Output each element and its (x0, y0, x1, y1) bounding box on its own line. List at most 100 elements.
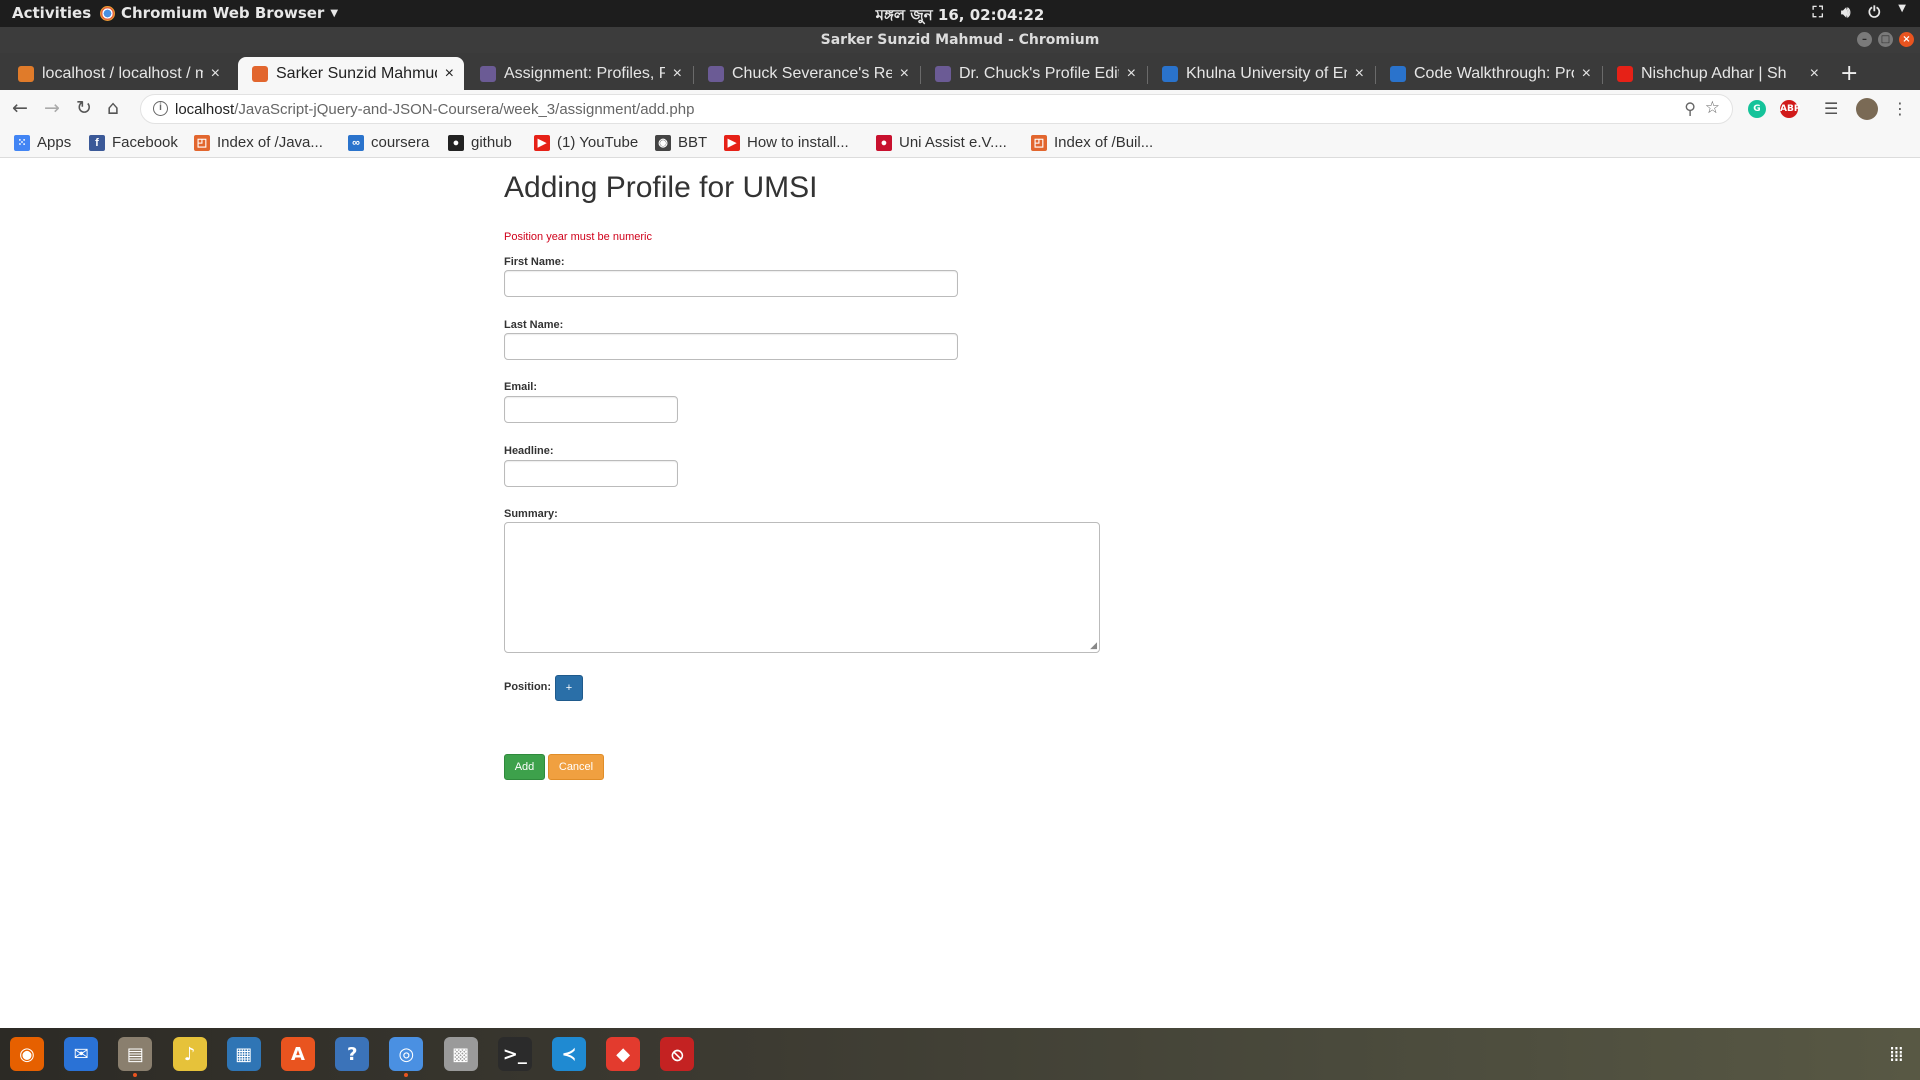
bookmark-item[interactable]: ∞ coursera (348, 134, 429, 151)
chevron-down-icon[interactable]: ▼ (1898, 3, 1906, 21)
close-tab-icon[interactable]: × (1355, 65, 1364, 83)
youtube-icon (1617, 65, 1633, 82)
tab-2[interactable]: Sarker Sunzid Mahmud × (238, 57, 464, 90)
volume-icon[interactable]: 🔊︎ (1841, 3, 1850, 21)
launcher-icon[interactable]: ▩ (443, 1037, 478, 1071)
tab-8[interactable]: Nishchup Adhar | Sh × (1603, 57, 1829, 90)
more-menu-icon[interactable]: ⋮ (1892, 99, 1908, 118)
error-message: Position year must be numeric (504, 231, 652, 243)
coursera-icon: ∞ (348, 134, 364, 151)
tab-label: Code Walkthrough: Pro (1414, 64, 1574, 82)
rhythmbox-icon[interactable]: ♪ (172, 1037, 207, 1071)
tab-7[interactable]: Code Walkthrough: Pro × (1376, 57, 1601, 90)
address-bar[interactable]: i localhost/JavaScript-jQuery-and-JSON-C… (140, 94, 1733, 124)
minimize-icon[interactable]: – (1857, 32, 1872, 47)
system-tray[interactable]: ⛶ 🔊︎ ⏻ ▼ (1812, 3, 1906, 21)
close-tab-icon[interactable]: × (1810, 65, 1819, 83)
window-title-bar: Sarker Sunzid Mahmud - Chromium – □ × (0, 27, 1920, 53)
headline-field[interactable] (504, 460, 678, 487)
url-host: localhost (175, 101, 235, 118)
tab-4[interactable]: Chuck Severance's Resu × (694, 57, 919, 90)
tab-1[interactable]: localhost / localhost / m × (4, 57, 230, 90)
zoom-icon[interactable]: ⚲ (1684, 99, 1696, 119)
last-name-field[interactable] (504, 333, 958, 360)
network-icon[interactable]: ⛶ (1812, 3, 1823, 21)
files-icon[interactable]: ▤ (118, 1037, 153, 1077)
add-position-button[interactable]: + (555, 675, 583, 701)
first-name-field[interactable] (504, 270, 958, 297)
chromium-icon[interactable]: ◎ (389, 1037, 424, 1077)
new-tab-button[interactable]: + (1840, 61, 1858, 86)
tab-3[interactable]: Assignment: Profiles, Po × (466, 57, 692, 90)
bookmark-item[interactable]: ▶ How to install... (724, 134, 849, 151)
close-tab-icon[interactable]: × (445, 65, 454, 83)
bookmark-item[interactable]: ◉ BBT (655, 134, 707, 151)
position-label: Position: (504, 681, 552, 693)
back-icon[interactable]: ← (12, 97, 28, 119)
coursera-icon (1162, 65, 1178, 82)
bookmark-label: coursera (371, 134, 430, 151)
home-icon[interactable]: ⌂ (107, 97, 119, 119)
close-tab-icon[interactable]: × (673, 65, 682, 83)
help-icon[interactable]: ? (335, 1037, 370, 1071)
maximize-icon[interactable]: □ (1878, 32, 1893, 47)
thunderbird-icon[interactable]: ✉ (64, 1037, 99, 1071)
phpmyadmin-icon (18, 65, 34, 82)
close-tab-icon[interactable]: × (900, 65, 909, 83)
software-center-icon[interactable]: A (281, 1037, 315, 1071)
tab-label: Dr. Chuck's Profile Edit (959, 64, 1119, 82)
youtube-icon: ▶ (724, 134, 740, 151)
power-icon[interactable]: ⏻ (1868, 3, 1880, 21)
summary-textarea[interactable]: ◢ (504, 522, 1100, 653)
taskbar-dock: ◉ ✉ ▤ ♪ ▦ A? ◎ ▩ >_ ≺ ◆ ⦸ ⁞⁞⁞ (0, 1028, 1920, 1080)
site-info-icon[interactable]: i (153, 101, 168, 116)
bookmark-label: Index of /Java... (217, 134, 323, 151)
firefox-icon[interactable]: ◉ (10, 1037, 44, 1071)
terminal-icon[interactable]: >_ (497, 1037, 532, 1071)
chevron-down-icon: ▼ (330, 7, 339, 19)
bookmark-star-icon[interactable]: ☆ (1705, 98, 1720, 118)
bookmark-label: Facebook (112, 134, 178, 151)
close-tab-icon[interactable]: × (211, 65, 220, 83)
bookmark-label: Index of /Buil... (1054, 134, 1154, 151)
forward-icon[interactable]: → (44, 97, 60, 119)
bookmark-item[interactable]: ● github (448, 134, 512, 151)
bookmark-item[interactable]: f Facebook (89, 134, 178, 151)
show-applications-icon[interactable]: ⁞⁞⁞ (1889, 1042, 1904, 1066)
vscode-icon[interactable]: ≺ (552, 1037, 586, 1071)
bookmark-item[interactable]: ● Uni Assist e.V.... (876, 134, 1007, 151)
close-tab-icon[interactable]: × (1582, 65, 1591, 83)
bookmark-label: (1) YouTube (557, 134, 639, 151)
screen-recorder-icon[interactable]: ⦸ (660, 1037, 695, 1071)
chromium-icon (100, 5, 115, 21)
bookmark-item[interactable]: ⁙ Apps (14, 134, 71, 151)
reload-icon[interactable]: ↻ (76, 97, 92, 119)
bookmark-label: github (471, 134, 512, 151)
tab-label: Khulna University of Eng (1186, 64, 1347, 82)
tab-5[interactable]: Dr. Chuck's Profile Edit × (921, 57, 1146, 90)
bookmark-item[interactable]: ◰ Index of /Java... (194, 134, 323, 151)
tab-label: Assignment: Profiles, Po (504, 64, 665, 82)
add-button[interactable]: Add (504, 754, 545, 780)
app-menu[interactable]: Chromium Web Browser ▼ (100, 4, 338, 22)
avatar[interactable] (1856, 98, 1878, 120)
bookmark-item[interactable]: ▶ (1) YouTube (534, 134, 638, 151)
url-text[interactable]: localhost/JavaScript-jQuery-and-JSON-Cou… (175, 101, 694, 118)
bookmark-label: Uni Assist e.V.... (899, 134, 1007, 151)
resize-handle-icon[interactable]: ◢ (1090, 640, 1097, 651)
activities-button[interactable]: Activities (12, 4, 91, 22)
system-top-bar: Activities Chromium Web Browser ▼ মঙ্গল … (0, 0, 1920, 27)
grammarly-icon[interactable]: G (1748, 100, 1766, 118)
close-icon[interactable]: × (1899, 32, 1914, 47)
git-icon[interactable]: ◆ (606, 1037, 641, 1071)
close-tab-icon[interactable]: × (1127, 65, 1136, 83)
adblock-plus-icon[interactable]: ABP (1780, 100, 1800, 118)
bookmark-item[interactable]: ◰ Index of /Buil... (1031, 134, 1153, 151)
email-field[interactable] (504, 396, 678, 423)
html-icon: ◰ (194, 134, 210, 151)
cancel-button[interactable]: Cancel (548, 754, 604, 780)
tab-strip: localhost / localhost / m × Sarker Sunzid … (0, 53, 1920, 90)
writer-icon[interactable]: ▦ (226, 1037, 261, 1071)
media-controls-icon[interactable]: ☰ (1824, 99, 1838, 118)
tab-6[interactable]: Khulna University of Eng × (1148, 57, 1374, 90)
